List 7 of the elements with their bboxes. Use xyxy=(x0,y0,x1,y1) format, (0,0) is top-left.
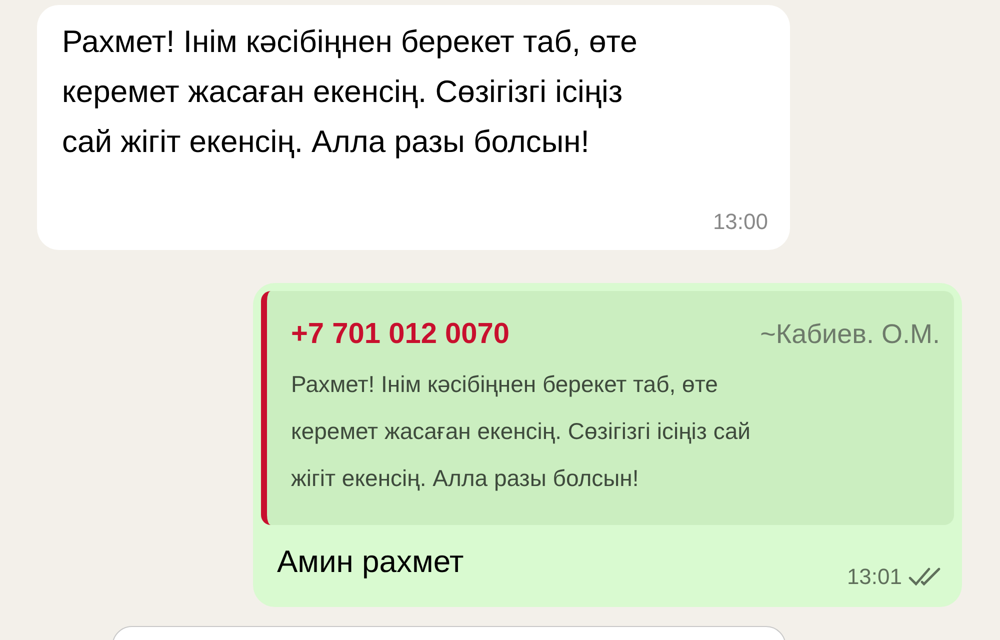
quote-text: Рахмет! Інім кәсібіңнен берекет таб, өте керемет жасаған екенсің. Сөзігізгі ісіңіз сай жігіт екенсің. Алла разы болсын! xyxy=(291,370,752,493)
message-text: Амин рахмет xyxy=(277,543,464,581)
quote-sender-name: ~Кабиев. О.М. xyxy=(760,318,940,351)
message-time: 13:01 xyxy=(846,563,902,591)
message-time: 13:00 xyxy=(712,208,768,236)
message-text: Рахмет! Інім кәсібіңнен берекет таб, өте керемет жасаған екенсің. Сөзігізгі ісіңіз сай жігіт екенсің. Алла разы болсын! xyxy=(62,23,638,161)
quote-sender-phone: +7 701 012 0070 xyxy=(291,317,510,352)
